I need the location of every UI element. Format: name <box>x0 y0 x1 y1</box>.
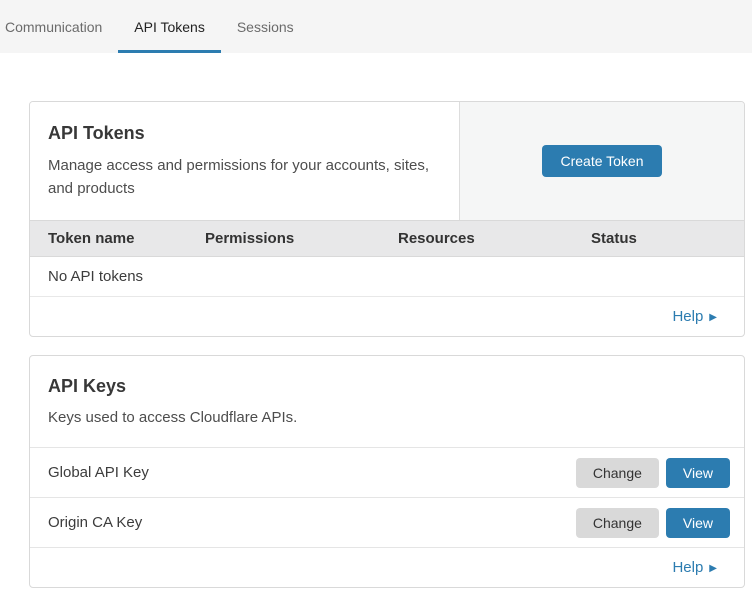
api-keys-card-footer: Help ▶ <box>30 547 744 587</box>
help-arrow-icon: ▶ <box>709 312 717 323</box>
key-row-origin-ca-key: Origin CA Key Change View <box>30 497 744 547</box>
tokens-table-header: Token name Permissions Resources Status <box>30 220 744 257</box>
api-tokens-description: Manage access and permissions for your a… <box>48 154 429 200</box>
key-row-global-api-key: Global API Key Change View <box>30 447 744 497</box>
column-header-permissions: Permissions <box>205 230 398 247</box>
api-keys-description: Keys used to access Cloudflare APIs. <box>48 406 726 429</box>
api-tokens-card: API Tokens Manage access and permissions… <box>29 101 745 337</box>
help-link-label: Help <box>672 559 703 576</box>
api-tokens-card-footer: Help ▶ <box>30 297 744 336</box>
api-tokens-title: API Tokens <box>48 123 429 144</box>
help-arrow-icon: ▶ <box>709 563 717 574</box>
column-header-resources: Resources <box>398 230 591 247</box>
change-origin-ca-key-button[interactable]: Change <box>576 508 659 538</box>
column-header-status: Status <box>591 230 744 247</box>
tab-api-tokens[interactable]: API Tokens <box>118 0 221 53</box>
tab-communication[interactable]: Communication <box>5 0 118 53</box>
help-link-label: Help <box>672 308 703 325</box>
api-tokens-card-header: API Tokens Manage access and permissions… <box>30 102 744 220</box>
api-keys-card-header: API Keys Keys used to access Cloudflare … <box>30 356 744 447</box>
column-header-token-name: Token name <box>30 230 205 247</box>
api-keys-title: API Keys <box>48 376 726 397</box>
api-tokens-header-action-panel: Create Token <box>460 102 744 220</box>
key-name: Origin CA Key <box>48 514 576 531</box>
tab-bar: Communication API Tokens Sessions <box>0 0 752 53</box>
api-tokens-help-link[interactable]: Help ▶ <box>672 308 717 325</box>
tokens-empty-row: No API tokens <box>30 257 744 297</box>
create-token-button[interactable]: Create Token <box>542 145 661 177</box>
key-name: Global API Key <box>48 464 576 481</box>
main-content: API Tokens Manage access and permissions… <box>0 53 752 588</box>
change-global-api-key-button[interactable]: Change <box>576 458 659 488</box>
view-global-api-key-button[interactable]: View <box>666 458 730 488</box>
api-keys-help-link[interactable]: Help ▶ <box>672 559 717 576</box>
view-origin-ca-key-button[interactable]: View <box>666 508 730 538</box>
api-keys-card: API Keys Keys used to access Cloudflare … <box>29 355 745 588</box>
tab-sessions[interactable]: Sessions <box>221 0 310 53</box>
api-tokens-header-text: API Tokens Manage access and permissions… <box>30 102 460 220</box>
